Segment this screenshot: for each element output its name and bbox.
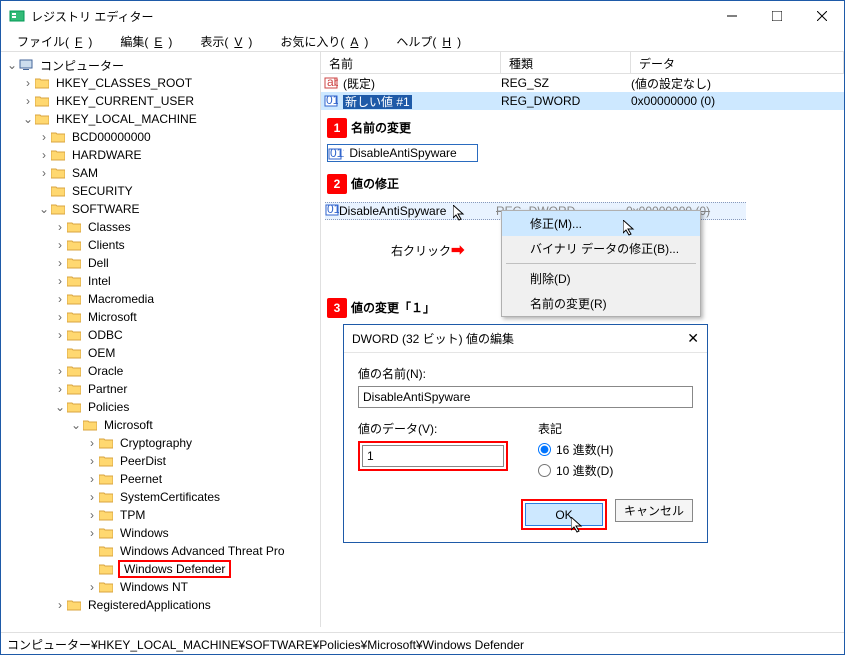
radix-dec[interactable]: 10 進数(D) — [538, 462, 613, 479]
column-headers[interactable]: 名前 種類 データ — [321, 52, 844, 74]
ctx-delete[interactable]: 削除(D) — [502, 266, 700, 291]
ctx-modify-binary[interactable]: バイナリ データの修正(B)... — [502, 236, 700, 261]
expand-icon[interactable]: ⌄ — [5, 58, 19, 72]
rename-input[interactable] — [347, 145, 477, 161]
col-name[interactable]: 名前 — [321, 52, 501, 73]
tree-pane[interactable]: ⌄コンピューター ›HKEY_CLASSES_ROOT ›HKEY_CURREN… — [1, 52, 321, 627]
ctx-modify[interactable]: 修正(M)... — [502, 211, 700, 236]
window-title: レジストリ エディター — [31, 8, 709, 25]
svg-text:ab: ab — [327, 76, 338, 89]
rename-edit-box[interactable]: 011 — [327, 144, 478, 162]
menubar: ファイル(F) 編集(E) 表示(V) お気に入り(A) ヘルプ(H) — [1, 31, 844, 51]
tree-root[interactable]: コンピューター — [38, 57, 126, 74]
svg-text:011: 011 — [326, 94, 338, 107]
col-type[interactable]: 種類 — [501, 52, 631, 73]
computer-icon — [19, 58, 35, 72]
context-menu: 修正(M)... バイナリ データの修正(B)... 削除(D) 名前の変更(R… — [501, 210, 701, 317]
radix-hex[interactable]: 16 進数(H) — [538, 441, 613, 458]
dword-icon: 011 — [325, 203, 339, 220]
annotation-2: 2値の修正 — [327, 174, 399, 194]
value-name-label: 値の名前(N): — [358, 365, 693, 382]
maximize-button[interactable] — [754, 2, 799, 31]
col-data[interactable]: データ — [631, 52, 844, 73]
value-row-new[interactable]: 011 新しい値 #1 REG_DWORD 0x00000000 (0) — [321, 92, 844, 110]
value-data-input[interactable] — [362, 445, 504, 467]
annotation-3: 3値の変更「１」 — [327, 298, 435, 318]
menu-file[interactable]: ファイル(F) — [5, 31, 104, 51]
folder-icon — [35, 76, 51, 90]
menu-fav[interactable]: お気に入り(A) — [268, 31, 380, 51]
dword-icon: 011 — [321, 94, 341, 108]
value-list-pane: 名前 種類 データ ab (既定) REG_SZ (値の設定なし) 011 新し… — [321, 52, 844, 627]
tree-windows-defender[interactable]: Windows Defender — [118, 560, 231, 578]
menu-help[interactable]: ヘルプ(H) — [384, 31, 473, 51]
dialog-close-button[interactable]: ✕ — [687, 330, 699, 347]
dialog-title: DWORD (32 ビット) 値の編集 — [352, 330, 514, 347]
value-name-input[interactable] — [358, 386, 693, 408]
status-bar: コンピューター¥HKEY_LOCAL_MACHINE¥SOFTWARE¥Poli… — [1, 632, 844, 654]
ctx-rename[interactable]: 名前の変更(R) — [502, 291, 700, 316]
tree-hkcr[interactable]: HKEY_CLASSES_ROOT — [54, 76, 194, 90]
ok-button[interactable]: OK — [525, 503, 603, 526]
tree-hklm[interactable]: HKEY_LOCAL_MACHINE — [54, 112, 199, 126]
menu-edit[interactable]: 編集(E) — [108, 31, 184, 51]
titlebar: レジストリ エディター — [1, 1, 844, 31]
value-data-label: 値のデータ(V): — [358, 420, 508, 437]
regedit-icon — [9, 8, 25, 24]
close-button[interactable] — [799, 2, 844, 31]
svg-text:011: 011 — [330, 147, 344, 160]
svg-text:011: 011 — [327, 203, 339, 216]
minimize-button[interactable] — [709, 2, 754, 31]
value-row-default[interactable]: ab (既定) REG_SZ (値の設定なし) — [321, 74, 844, 92]
menu-view[interactable]: 表示(V) — [188, 31, 264, 51]
right-click-label: 右クリック➡ — [391, 240, 464, 260]
cancel-button[interactable]: キャンセル — [615, 499, 693, 522]
string-icon: ab — [321, 76, 341, 90]
edit-dword-dialog: DWORD (32 ビット) 値の編集 ✕ 値の名前(N): 値のデータ(V):… — [343, 324, 708, 543]
tree-hkcu[interactable]: HKEY_CURRENT_USER — [54, 94, 196, 108]
radix-label: 表記 — [538, 420, 613, 437]
annotation-1: 1名前の変更 — [327, 118, 411, 138]
